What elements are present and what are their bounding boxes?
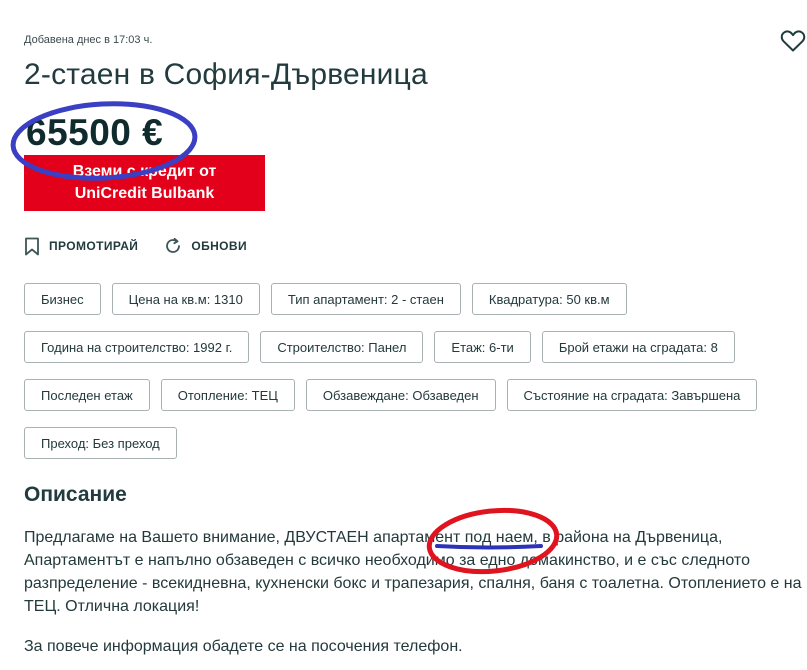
feature-chip: Състояние на сградата: Завършена — [506, 379, 758, 411]
description-part1: Предлагаме на Вашето внимание, ДВУСТАЕН … — [24, 529, 465, 546]
description-highlight: под наем — [464, 529, 534, 546]
feature-chip: Цена на кв.м: 1310 — [111, 283, 260, 315]
feature-chips: Бизнес Цена на кв.м: 1310 Тип апартамент… — [24, 283, 804, 475]
credit-banner-line1: Вземи с кредит от — [72, 163, 217, 180]
feature-chip: Етаж: 6-ти — [434, 331, 531, 363]
listing-price: 65500 € — [26, 112, 164, 153]
credit-banner-line2: UniCredit Bulbank — [74, 185, 215, 202]
refresh-button[interactable]: ОБНОВИ — [164, 237, 247, 255]
credit-banner-button[interactable]: Вземи с кредит от UniCredit Bulbank — [24, 155, 265, 211]
listing-title: 2-стаен в София-Дървеница — [24, 58, 428, 91]
feature-chip: Строителство: Панел — [260, 331, 424, 363]
feature-chip: Отопление: ТЕЦ — [160, 379, 295, 411]
feature-chip: Квадратура: 50 кв.м — [471, 283, 627, 315]
contact-text: За повече информация обадете се на посоч… — [24, 638, 463, 655]
promote-label: ПРОМОТИРАЙ — [49, 239, 139, 253]
refresh-icon — [166, 237, 181, 253]
favorite-button[interactable] — [780, 29, 806, 53]
description-text: Предлагаме на Вашето внимание, ДВУСТАЕН … — [24, 526, 802, 618]
heart-outline-icon — [780, 30, 806, 52]
refresh-label: ОБНОВИ — [191, 239, 247, 253]
promote-button[interactable]: ПРОМОТИРАЙ — [24, 237, 138, 256]
description-heading: Описание — [24, 483, 127, 506]
feature-chip: Обзавеждане: Обзаведен — [305, 379, 496, 411]
feature-chip: Брой етажи на сградата: 8 — [541, 331, 735, 363]
feature-chip: Бизнес — [24, 283, 101, 315]
added-timestamp: Добавена днес в 17:03 ч. — [24, 34, 153, 46]
feature-chip: Година на строителство: 1992 г. — [24, 331, 250, 363]
bookmark-outline-icon — [25, 237, 39, 255]
feature-chip: Последен етаж — [24, 379, 150, 411]
listing-actions: ПРОМОТИРАЙ ОБНОВИ — [24, 235, 273, 257]
feature-chip: Тип апартамент: 2 - стаен — [270, 283, 461, 315]
feature-chip: Преход: Без преход — [24, 427, 177, 459]
